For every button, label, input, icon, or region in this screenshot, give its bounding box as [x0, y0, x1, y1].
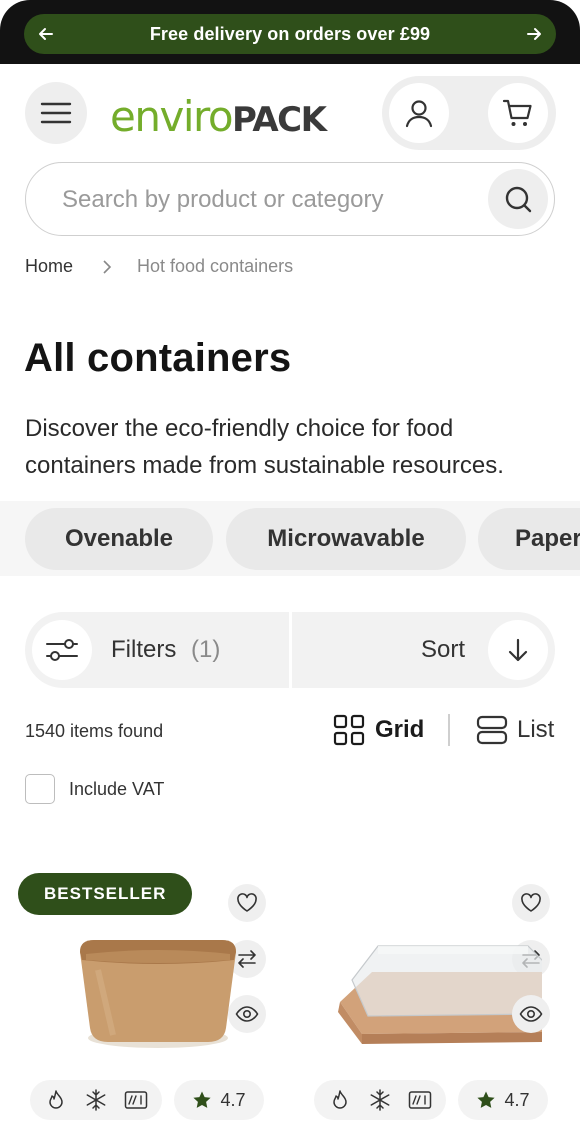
feature-icons: [314, 1080, 446, 1120]
product-card[interactable]: 4.7: [302, 870, 572, 1140]
menu-button[interactable]: [25, 82, 87, 144]
promo-banner: Free delivery on orders over £99: [24, 14, 556, 54]
filters-count: (1): [191, 636, 221, 663]
rating-value: 4.7: [504, 1089, 530, 1110]
search-input[interactable]: [62, 181, 482, 219]
arrow-down-icon: [508, 638, 528, 662]
logo-part-1: enviro: [110, 92, 234, 141]
sort-button[interactable]: Sort: [292, 612, 555, 688]
checkbox-box[interactable]: [25, 774, 55, 804]
product-image-kraft-tray-with-lid[interactable]: [322, 910, 542, 1080]
list-label: List: [517, 716, 555, 743]
filter-icon-container: [32, 620, 92, 680]
sliders-icon: [46, 639, 78, 661]
view-grid-toggle[interactable]: Grid: [333, 714, 424, 746]
rating-value: 4.7: [220, 1089, 246, 1110]
breadcrumb: Home Hot food containers: [25, 256, 293, 277]
arrow-right-icon[interactable]: [524, 24, 544, 44]
filter-sort-bar: Filters (1) Sort: [25, 612, 555, 688]
category-chips: Ovenable Microwavable Paper: [0, 501, 580, 576]
arrow-left-icon[interactable]: [36, 24, 56, 44]
sort-label: Sort: [421, 636, 466, 663]
site-logo[interactable]: enviro PACK: [110, 92, 327, 142]
sort-icon-container: [488, 620, 548, 680]
snowflake-icon: [368, 1088, 392, 1112]
chip-ovenable[interactable]: Ovenable: [25, 508, 213, 570]
star-icon: [193, 1091, 212, 1108]
results-count: 1540 items found: [25, 721, 164, 741]
search-bar: [25, 162, 555, 236]
cart-button[interactable]: [488, 83, 548, 143]
microwave-icon: [124, 1088, 148, 1112]
filters-button[interactable]: Filters (1): [25, 612, 289, 688]
search-icon: [505, 186, 532, 213]
product-card[interactable]: BESTSELLER 4.7: [18, 870, 288, 1140]
top-bar: Free delivery on orders over £99: [0, 0, 580, 64]
flame-icon: [44, 1088, 68, 1112]
star-icon: [477, 1091, 496, 1108]
filters-label: Filters: [111, 636, 177, 663]
include-vat-label: Include VAT: [69, 778, 165, 799]
snowflake-icon: [84, 1088, 108, 1112]
app-frame: Free delivery on orders over £99 enviro …: [0, 0, 580, 1141]
chevron-right-icon: [103, 259, 112, 274]
account-button[interactable]: [389, 83, 449, 143]
product-image-kraft-bowl[interactable]: [58, 910, 258, 1080]
logo-part-2: PACK: [232, 100, 327, 140]
chip-paper[interactable]: Paper: [478, 508, 580, 570]
quick-view-button[interactable]: [512, 995, 550, 1033]
flame-icon: [328, 1088, 352, 1112]
feature-icons: [30, 1080, 162, 1120]
include-vat-checkbox[interactable]: Include VAT: [25, 774, 164, 804]
bestseller-badge: BESTSELLER: [18, 873, 193, 915]
user-icon: [405, 100, 433, 128]
search-button[interactable]: [488, 169, 548, 229]
breadcrumb-current[interactable]: Hot food containers: [137, 256, 293, 277]
cart-icon: [502, 99, 532, 126]
page-title: All containers: [24, 336, 292, 380]
rating-badge: 4.7: [458, 1080, 548, 1120]
microwave-icon: [408, 1088, 432, 1112]
grid-label: Grid: [375, 716, 425, 743]
rating-badge: 4.7: [174, 1080, 264, 1120]
promo-text: Free delivery on orders over £99: [149, 23, 431, 44]
chip-microwavable[interactable]: Microwavable: [226, 508, 466, 570]
list-icon: [476, 715, 508, 745]
view-separator: [448, 714, 450, 746]
grid-icon: [333, 714, 365, 746]
hamburger-icon: [40, 102, 72, 124]
view-list-toggle[interactable]: List: [476, 714, 554, 746]
eye-icon: [519, 1006, 543, 1022]
breadcrumb-home[interactable]: Home: [25, 256, 73, 277]
page-description: Discover the eco-friendly choice for foo…: [25, 415, 504, 479]
